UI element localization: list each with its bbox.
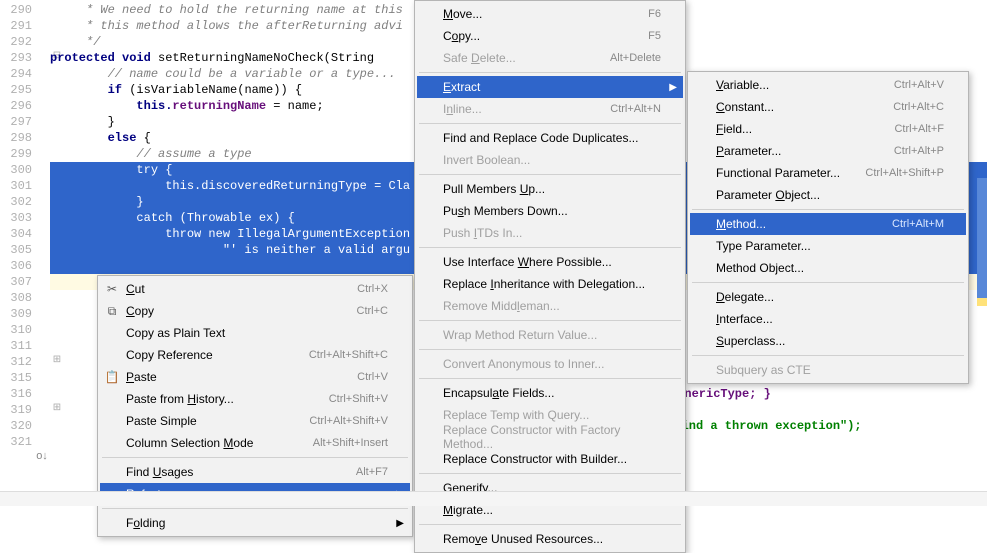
menu-separator <box>102 457 408 458</box>
menu-replace-factory[interactable]: Replace Constructor with Factory Method.… <box>417 426 683 448</box>
menu-push-itds[interactable]: Push ITDs In... <box>417 222 683 244</box>
menu-paste-simple[interactable]: Paste Simple Ctrl+Alt+Shift+V <box>100 410 410 432</box>
menu-folding[interactable]: Folding ▶ <box>100 512 410 534</box>
copy-icon: ⧉ <box>104 303 120 319</box>
menu-convert-anon[interactable]: Convert Anonymous to Inner... <box>417 353 683 375</box>
line-gutter: 290 291 292 293 294 295 296 297 298 299 … <box>0 0 50 506</box>
menu-extract-constant[interactable]: Constant...Ctrl+Alt+C <box>690 96 966 118</box>
refactor-submenu: Move...F6 Copy...F5 Safe Delete...Alt+De… <box>414 0 686 553</box>
clipboard-icon: 📋 <box>104 369 120 385</box>
menu-wrap-return[interactable]: Wrap Method Return Value... <box>417 324 683 346</box>
menu-separator <box>692 209 964 210</box>
menu-inline[interactable]: Inline...Ctrl+Alt+N <box>417 98 683 120</box>
menu-encapsulate[interactable]: Encapsulate Fields... <box>417 382 683 404</box>
menu-separator <box>419 320 681 321</box>
scissors-icon: ✂ <box>104 281 120 297</box>
override-marker-icon[interactable]: o↓ <box>35 450 49 462</box>
overview-ruler-warning[interactable] <box>977 298 987 306</box>
menu-separator <box>692 355 964 356</box>
menu-use-interface[interactable]: Use Interface Where Possible... <box>417 251 683 273</box>
menu-separator <box>419 349 681 350</box>
menu-extract-func-param[interactable]: Functional Parameter...Ctrl+Alt+Shift+P <box>690 162 966 184</box>
menu-paste-history[interactable]: Paste from History... Ctrl+Shift+V <box>100 388 410 410</box>
menu-separator <box>692 282 964 283</box>
menu-column-selection[interactable]: Column Selection Mode Alt+Shift+Insert <box>100 432 410 454</box>
menu-pull-up[interactable]: Pull Members Up... <box>417 178 683 200</box>
chevron-right-icon: ▶ <box>396 518 404 529</box>
menu-extract-subquery[interactable]: Subquery as CTE <box>690 359 966 381</box>
menu-find-usages[interactable]: Find Usages Alt+F7 <box>100 461 410 483</box>
menu-push-down[interactable]: Push Members Down... <box>417 200 683 222</box>
menu-copy2[interactable]: Copy...F5 <box>417 25 683 47</box>
menu-extract-variable[interactable]: Variable...Ctrl+Alt+V <box>690 74 966 96</box>
menu-safe-delete[interactable]: Safe Delete...Alt+Delete <box>417 47 683 69</box>
menu-remove-unused[interactable]: Remove Unused Resources... <box>417 528 683 550</box>
menu-move[interactable]: Move...F6 <box>417 3 683 25</box>
menu-replace-builder[interactable]: Replace Constructor with Builder... <box>417 448 683 470</box>
menu-extract-type-param[interactable]: Type Parameter... <box>690 235 966 257</box>
extract-submenu: Variable...Ctrl+Alt+V Constant...Ctrl+Al… <box>687 71 969 384</box>
menu-separator <box>419 378 681 379</box>
menu-copy-plain[interactable]: Copy as Plain Text <box>100 322 410 344</box>
menu-separator <box>419 123 681 124</box>
menu-extract-delegate[interactable]: Delegate... <box>690 286 966 308</box>
menu-separator <box>419 247 681 248</box>
menu-cut[interactable]: ✂ CCutut Ctrl+X <box>100 278 410 300</box>
menu-extract-parameter[interactable]: Parameter...Ctrl+Alt+P <box>690 140 966 162</box>
menu-extract-superclass[interactable]: Superclass... <box>690 330 966 352</box>
menu-extract-param-obj[interactable]: Parameter Object... <box>690 184 966 206</box>
menu-paste[interactable]: 📋 Paste Ctrl+V <box>100 366 410 388</box>
menu-separator <box>419 473 681 474</box>
menu-extract-interface[interactable]: Interface... <box>690 308 966 330</box>
menu-separator <box>419 72 681 73</box>
chevron-right-icon: ▶ <box>669 82 677 93</box>
menu-copy-reference[interactable]: Copy Reference Ctrl+Alt+Shift+C <box>100 344 410 366</box>
menu-extract-field[interactable]: Field...Ctrl+Alt+F <box>690 118 966 140</box>
menu-invert-boolean[interactable]: Invert Boolean... <box>417 149 683 171</box>
menu-remove-middleman[interactable]: Remove Middleman... <box>417 295 683 317</box>
menu-separator <box>419 524 681 525</box>
overview-ruler-selection[interactable] <box>977 178 987 298</box>
horizontal-scrollbar[interactable] <box>0 491 987 506</box>
menu-find-replace-dup[interactable]: Find and Replace Code Duplicates... <box>417 127 683 149</box>
menu-copy[interactable]: ⧉ Copy Ctrl+C <box>100 300 410 322</box>
menu-extract-method[interactable]: Method...Ctrl+Alt+M <box>690 213 966 235</box>
menu-extract[interactable]: Extract ▶ <box>417 76 683 98</box>
menu-separator <box>419 174 681 175</box>
menu-extract-method-obj[interactable]: Method Object... <box>690 257 966 279</box>
menu-separator <box>102 508 408 509</box>
menu-replace-inheritance[interactable]: Replace Inheritance with Delegation... <box>417 273 683 295</box>
